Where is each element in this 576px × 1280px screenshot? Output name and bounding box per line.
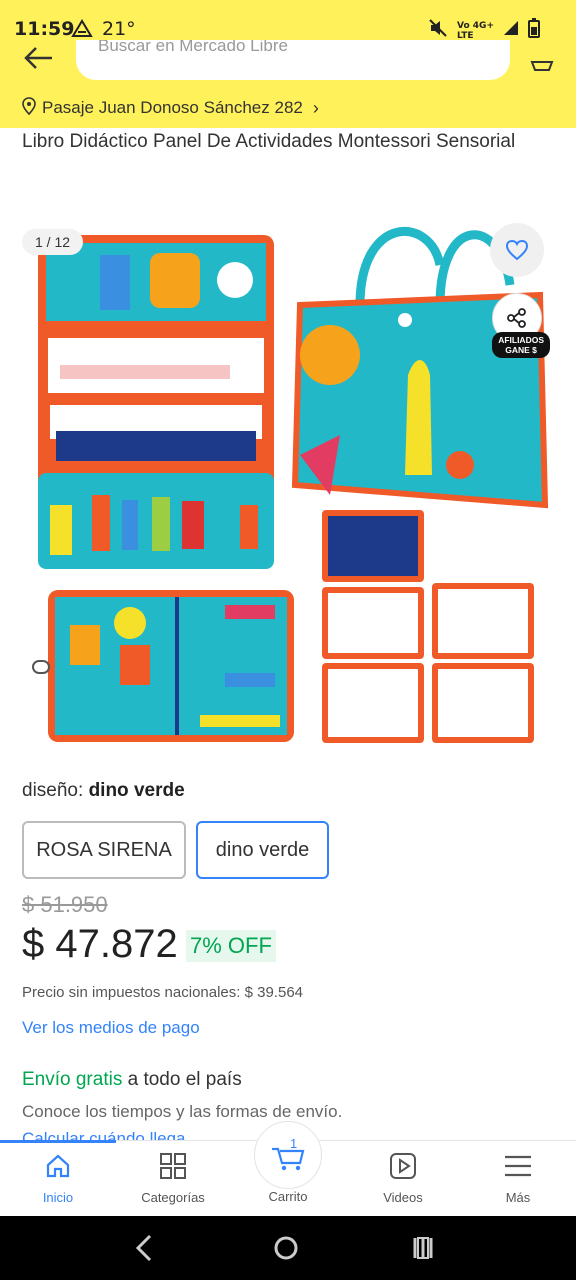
play-icon (353, 1151, 453, 1181)
variant-selected: dino verde (88, 780, 185, 801)
gallery-counter: 1 / 12 (22, 229, 84, 255)
free-shipping-label: Envío gratis (22, 1069, 123, 1090)
menu-icon (468, 1151, 568, 1181)
battery-icon (528, 18, 540, 43)
payment-methods-link[interactable]: Ver los medios de pago (22, 1018, 200, 1038)
system-back-icon[interactable] (135, 1234, 152, 1262)
pager-indicator (32, 660, 50, 674)
grid-icon (123, 1151, 223, 1181)
cart-icon: 1 (272, 1136, 305, 1171)
affiliate-badge: AFILIADOS GANE $ (492, 332, 550, 358)
nav-mas-label: Más (505, 1190, 531, 1205)
nav-inicio-label: Inicio (42, 1190, 74, 1205)
current-price: $ 47.872 (22, 922, 178, 966)
nav-categorias-label: Categorías (141, 1190, 205, 1205)
tax-note: Precio sin impuestos nacionales: $ 39.56… (22, 984, 304, 1001)
signal-icon (502, 19, 520, 42)
variant-label: diseño: dino verde (22, 780, 185, 801)
search-input[interactable]: Buscar en Mercado Libre (76, 40, 510, 80)
status-temperature: 21° (102, 18, 136, 40)
nav-mas[interactable]: Más (468, 1151, 568, 1205)
nav-cart-button[interactable]: 1 (254, 1121, 322, 1189)
nav-carrito-label: Carrito (268, 1189, 308, 1204)
activity-pages-thumbnails (322, 510, 534, 743)
product-title: Libro Didáctico Panel De Actividades Mon… (22, 131, 516, 152)
nav-inicio[interactable]: Inicio (8, 1151, 108, 1205)
cart-count: 1 (290, 1136, 297, 1151)
variant-option-rosa-sirena[interactable]: ROSA SIRENA (22, 821, 186, 879)
product-image (38, 227, 549, 743)
shipping-info: Envío gratis a todo el país (22, 1069, 242, 1090)
favorite-heart-icon[interactable] (490, 223, 544, 277)
search-placeholder: Buscar en Mercado Libre (98, 40, 288, 55)
bottom-navigation: Inicio Categorías 1 Carrito Videos Más (0, 1121, 576, 1216)
cart-icon[interactable] (528, 48, 556, 76)
app-header: 11:59 21° Vo 4G+ LTE Buscar en Mercado L… (0, 0, 576, 128)
shipping-subtext: Conoce los tiempos y las formas de envío… (22, 1102, 343, 1121)
discount-badge: 7% OFF (186, 930, 276, 962)
nav-videos[interactable]: Videos (353, 1151, 453, 1205)
location-pin-icon (22, 96, 36, 120)
system-recents-icon[interactable] (413, 1237, 433, 1259)
chevron-right-icon: › (312, 97, 319, 118)
system-home-icon[interactable] (274, 1236, 298, 1260)
nav-categorias[interactable]: Categorías (123, 1151, 223, 1205)
address-text: Pasaje Juan Donoso Sánchez 282 (42, 98, 303, 117)
old-price: $ 51.950 (22, 892, 108, 917)
system-navigation-bar (0, 1216, 576, 1280)
network-label: Vo 4G+ LTE (457, 20, 494, 41)
back-arrow-icon[interactable] (22, 44, 54, 72)
status-time: 11:59 (14, 18, 75, 40)
activity-book-open-image (38, 235, 274, 569)
active-tab-indicator (0, 1140, 116, 1143)
home-icon (8, 1151, 108, 1181)
activity-book-panel-image (48, 590, 294, 742)
delivery-address[interactable]: Pasaje Juan Donoso Sánchez 282 › (22, 96, 319, 120)
nav-videos-label: Videos (383, 1190, 423, 1205)
product-gallery[interactable]: 1 / 12 AFILIADOS GANE $ (0, 205, 576, 755)
variant-option-dino-verde[interactable]: dino verde (196, 821, 329, 879)
